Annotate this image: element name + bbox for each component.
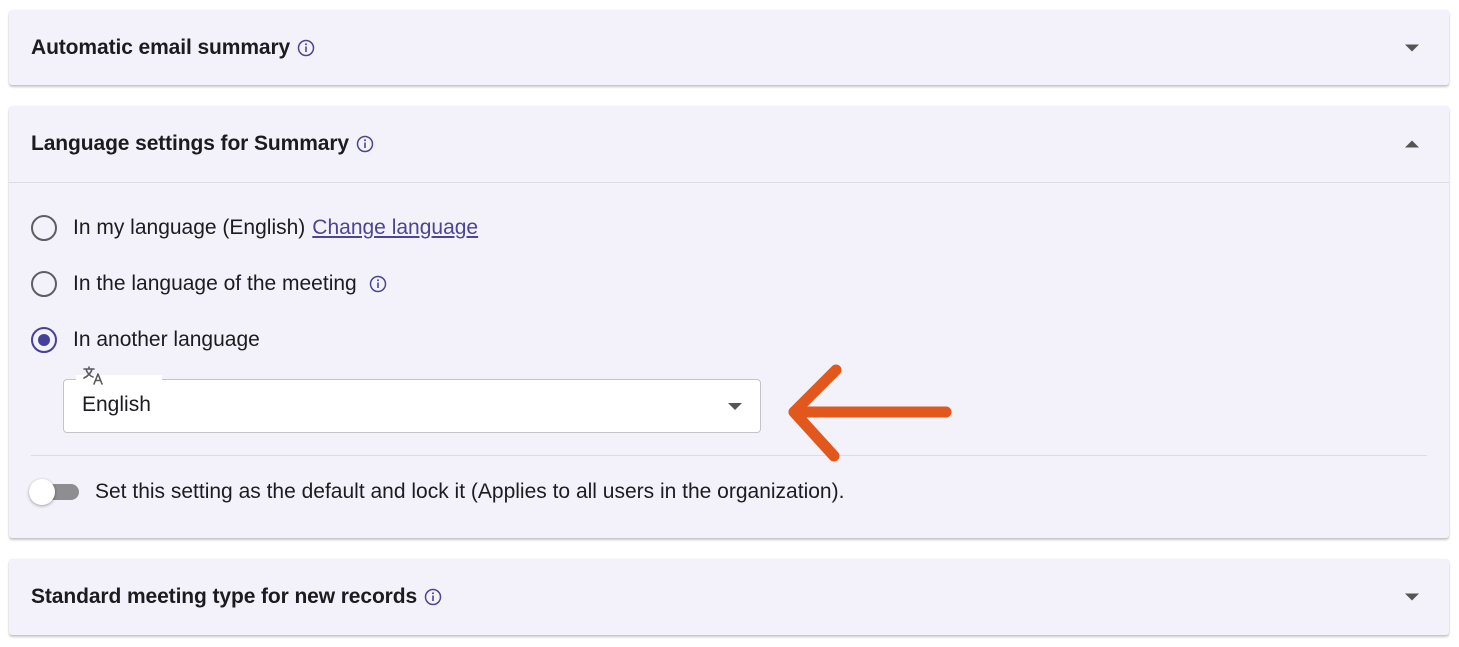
option-label: In my language (English) xyxy=(73,216,306,239)
chevron-up-icon[interactable] xyxy=(1405,140,1419,148)
panel-language-settings-header[interactable]: Language settings for Summary xyxy=(9,106,1449,182)
section-divider xyxy=(31,455,1427,456)
language-select[interactable]: English xyxy=(63,366,761,433)
panel-email-summary: Automatic email summary xyxy=(9,10,1449,85)
panel-title: Standard meeting type for new records xyxy=(31,585,418,608)
info-icon[interactable] xyxy=(424,588,442,606)
translate-icon xyxy=(76,366,162,385)
annotation-arrow-icon xyxy=(788,364,952,462)
info-icon[interactable] xyxy=(369,275,387,293)
option-meeting-language: In the language of the meeting xyxy=(31,269,387,299)
panel-email-summary-header[interactable]: Automatic email summary xyxy=(9,10,1449,85)
info-icon[interactable] xyxy=(297,39,315,57)
option-label: In another language xyxy=(73,328,260,351)
panel-title: Automatic email summary xyxy=(31,35,291,59)
radio-my-language[interactable] xyxy=(31,215,57,241)
chevron-down-icon[interactable] xyxy=(1405,44,1419,51)
panel-meeting-type: Standard meeting type for new records xyxy=(9,559,1449,635)
panel-meeting-type-header[interactable]: Standard meeting type for new records xyxy=(9,559,1449,635)
option-my-language: In my language (English) Change language xyxy=(31,213,478,243)
panel-language-settings: Language settings for Summary In my lang… xyxy=(9,106,1449,538)
panel-body: In my language (English) Change language… xyxy=(9,183,1449,539)
radio-meeting-language[interactable] xyxy=(31,271,57,297)
chevron-down-icon xyxy=(728,403,742,410)
change-language-link[interactable]: Change language xyxy=(312,216,478,240)
option-label: In the language of the meeting xyxy=(73,272,357,295)
radio-another-language[interactable] xyxy=(31,327,57,353)
info-icon[interactable] xyxy=(356,135,374,153)
lock-default-toggle[interactable] xyxy=(29,479,79,505)
chevron-down-icon[interactable] xyxy=(1405,593,1419,601)
language-select-value: English xyxy=(82,393,151,416)
lock-setting-row: Set this setting as the default and lock… xyxy=(29,477,844,507)
lock-default-label: Set this setting as the default and lock… xyxy=(95,480,845,503)
panel-title: Language settings for Summary xyxy=(31,132,349,155)
toggle-knob xyxy=(29,479,55,505)
option-another-language: In another language xyxy=(31,325,260,355)
